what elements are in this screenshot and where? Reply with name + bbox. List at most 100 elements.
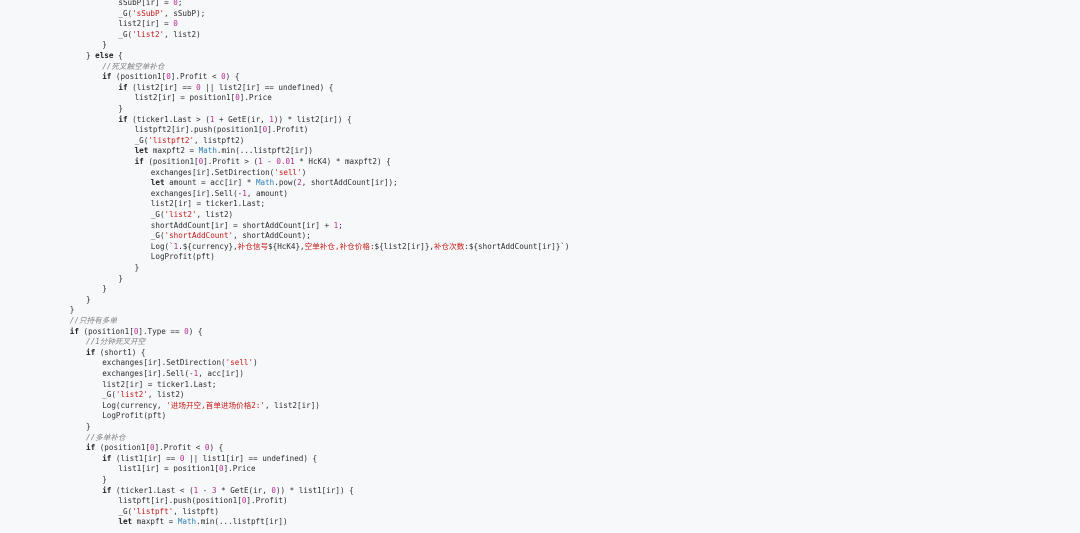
code-token: * HcK4) * maxpft2) { [294, 157, 391, 166]
code-line: //只持有多单 [70, 315, 117, 326]
code-token: .pow( [274, 178, 298, 188]
code-token: _G( [150, 231, 165, 241]
code-token: 'listpft' [132, 506, 174, 516]
code-token: maxpft2 = [148, 146, 199, 156]
code-token: _G( [118, 506, 133, 516]
code-token: sSubP[ir] = [118, 0, 174, 7]
code-line: Log(currency, '进场开空,首单进场价格2:', list2[ir]… [102, 400, 320, 411]
code-line: } [118, 273, 123, 284]
code-line: _G('listpft2', listpft2) [135, 135, 245, 146]
code-token: list1[ir] = position1[ [118, 464, 219, 474]
code-line: //死叉触空单补仓 [102, 61, 164, 72]
code-line: } [102, 39, 107, 50]
code-line: exchanges[ir].SetDirection('sell') [151, 167, 306, 178]
code-token: .${currency}, [178, 241, 238, 251]
code-line: listpft2[ir].push(position1[0].Profit) [135, 124, 309, 135]
code-line: list2[ir] = position1[0].Price [135, 92, 272, 103]
code-token: 0 [173, 19, 178, 29]
code-token: if [86, 347, 96, 357]
code-line: _G('list2', list2) [102, 389, 184, 400]
code-line: let amount = acc[ir] * Math.pow(2, short… [151, 177, 398, 188]
code-line: LogProfit(pft) [151, 251, 215, 262]
code-token: } [86, 51, 96, 60]
code-token: if [134, 157, 144, 166]
code-token: Math [255, 178, 275, 188]
code-line: } [86, 421, 91, 432]
code-token: , sSubP); [164, 8, 206, 18]
code-token: )) * list2[ir]) { [273, 114, 352, 124]
code-line: if (list1[ir] == 0 || list1[ir] == undef… [102, 453, 317, 464]
code-token: ].Profit) [267, 125, 309, 135]
code-token: exchanges[ir].SetDirection( [150, 167, 275, 177]
code-line: _G('sSubP', sSubP); [118, 8, 205, 19]
code-line: list1[ir] = position1[0].Price [118, 463, 255, 474]
code-token: (ticker1.Last > ( [127, 114, 210, 124]
code-token: 'list2' [115, 390, 148, 400]
code-line: _G('listpft', listpft) [118, 506, 219, 517]
code-token: , list2) [164, 29, 201, 39]
code-line: if (ticker1.Last > (1 + GetE(ir, 1)) * l… [118, 114, 351, 125]
code-token: ) { [188, 326, 203, 336]
code-line: } else { [86, 50, 123, 61]
code-token: '进场开空,首单进场价格2:' [166, 400, 265, 410]
code-line: } [135, 262, 140, 273]
code-token: + GetE(ir, [214, 114, 270, 124]
code-token: 'list2' [132, 29, 165, 39]
code-token: ) [253, 358, 258, 368]
code-token: , listpft2) [194, 135, 245, 145]
code-token: 'listpft2' [148, 135, 195, 145]
code-token: if [102, 485, 112, 495]
code-token: { [113, 51, 123, 60]
code-token: _G( [150, 210, 165, 219]
code-line: if (list2[ir] == 0 || list2[ir] == undef… [118, 82, 333, 93]
code-token: :${list2[ir]}, [369, 241, 434, 251]
code-token: amount = acc[ir] * [164, 178, 256, 188]
code-line: exchanges[ir].SetDirection('sell') [102, 357, 257, 368]
code-token: } [86, 422, 91, 431]
code-token: Log(currency, [102, 400, 167, 410]
code-token: Math [177, 517, 197, 527]
code-token: ].Profit < [170, 72, 222, 82]
code-line: shortAddCount[ir] = shortAddCount[ir] + … [151, 220, 343, 231]
code-token: 'sell' [274, 167, 302, 177]
code-token: exchanges[ir].Sell(- [102, 369, 194, 378]
code-line: list2[ir] = ticker1.Last; [151, 198, 265, 209]
code-token: 'sSubP' [132, 8, 165, 18]
code-token: list2[ir] = ticker1.Last; [102, 379, 217, 389]
code-line: if (ticker1.Last < (1 - 3 * GetE(ir, 0))… [102, 485, 354, 496]
code-token: (position1[ [95, 443, 151, 453]
code-token: 'sell' [225, 358, 254, 368]
code-token: )) * list1[ir]) { [275, 485, 354, 495]
code-token: LogProfit(pft) [102, 411, 167, 421]
code-token: .min(...listpft[ir]) [196, 517, 288, 527]
code-token: } [86, 294, 91, 304]
code-line: list2[ir] = 0 [118, 18, 177, 29]
code-block: sSubP[ir] = 0; _G('sSubP', sSubP); list2[i… [0, 0, 1080, 533]
code-token: } [118, 273, 123, 283]
code-token: (position1[ [111, 72, 167, 82]
code-line: LogProfit(pft) [102, 410, 166, 421]
code-line: _G('shortAddCount', shortAddCount); [151, 230, 311, 241]
code-token: let [134, 146, 149, 156]
code-token: _G( [118, 8, 133, 18]
code-token: 补仓次数 [433, 241, 465, 251]
code-token: //多单补仓 [86, 432, 126, 442]
code-token: ].Price [239, 93, 272, 103]
code-line: let maxpft = Math.min(...listpft[ir]) [118, 516, 287, 527]
code-line: listpft[ir].push(position1[0].Profit) [118, 495, 287, 506]
code-token: shortAddCount[ir] = shortAddCount[ir] + [150, 220, 334, 230]
code-token: ) [301, 167, 307, 177]
code-token: 空单补仓,补仓价格 [304, 241, 370, 251]
code-line: if (short1) { [86, 347, 145, 358]
code-token: 0.01 [276, 157, 295, 166]
code-token: //只持有多单 [69, 316, 117, 325]
code-token: (short1) { [95, 347, 146, 357]
code-token: (ticker1.Last < ( [111, 485, 194, 495]
code-line: exchanges[ir].Sell(-1, acc[ir]) [102, 368, 244, 379]
code-token: let [118, 517, 133, 527]
code-token: } [118, 104, 123, 113]
code-token: - [198, 485, 212, 495]
code-token: } [134, 263, 140, 272]
code-token: .min(...listpft2[ir]) [216, 146, 313, 156]
code-token: * GetE(ir, [216, 485, 272, 495]
